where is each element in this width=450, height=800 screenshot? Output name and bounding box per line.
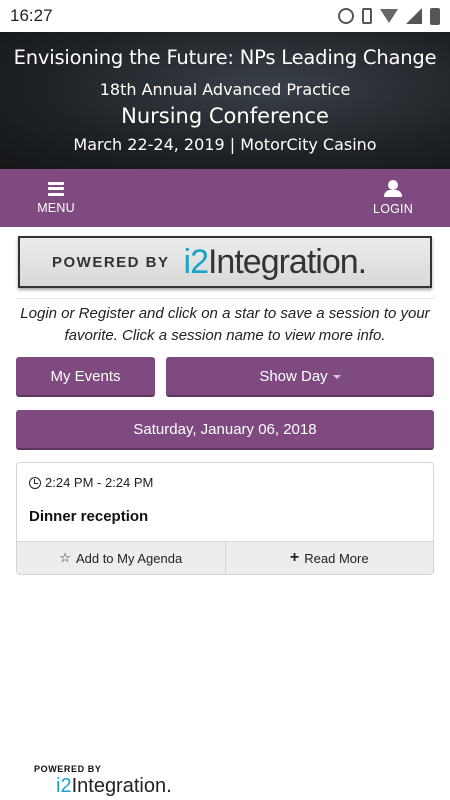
session-time: 2:24 PM - 2:24 PM [29, 475, 153, 490]
status-bar: 16:27 [0, 0, 450, 32]
wifi-icon [380, 9, 398, 23]
brand-prefix: i2 [183, 242, 209, 281]
my-events-button[interactable]: My Events [16, 357, 155, 397]
clock-icon [29, 476, 41, 489]
instructions-text: Login or Register and click on a star to… [20, 305, 430, 344]
session-card: 2:24 PM - 2:24 PM Dinner reception ☆ Add… [16, 462, 434, 575]
vibrate-icon [362, 8, 372, 24]
add-to-agenda-label: Add to My Agenda [75, 550, 183, 566]
menu-label: MENU [37, 200, 75, 215]
date-header-label: Saturday, January 06, 2018 [133, 420, 317, 438]
login-button[interactable]: LOGIN [348, 169, 438, 227]
banner-tagline: Envisioning the Future: NPs Leading Chan… [13, 46, 437, 69]
status-time: 16:27 [10, 6, 53, 25]
battery-icon [430, 7, 440, 25]
alarm-icon [338, 8, 354, 24]
show-day-dropdown[interactable]: Show Day [166, 357, 434, 397]
user-icon [384, 180, 402, 197]
footer-powered-by: POWERED BY [34, 764, 102, 774]
status-icons [338, 7, 440, 25]
powered-by-text: POWERED BY [52, 253, 170, 271]
menu-button[interactable]: MENU [11, 169, 101, 227]
login-label: LOGIN [373, 202, 413, 216]
conference-banner: Envisioning the Future: NPs Leading Chan… [0, 32, 450, 169]
my-events-label: My Events [50, 367, 121, 385]
footer-logo[interactable]: POWERED BY i2Integration. [34, 764, 172, 798]
show-day-label: Show Day [259, 367, 328, 385]
star-icon: ☆ [59, 550, 71, 565]
session-title[interactable]: Dinner reception [29, 508, 148, 525]
add-to-agenda-button[interactable]: ☆ Add to My Agenda [17, 542, 225, 574]
brand-suffix: Integration. [207, 242, 367, 281]
banner-title: Nursing Conference [121, 104, 329, 128]
footer-brand: i2Integration. [56, 775, 172, 798]
divider [16, 298, 434, 299]
caret-down-icon [332, 375, 341, 379]
plus-icon: + [289, 549, 300, 566]
date-header: Saturday, January 06, 2018 [16, 410, 434, 450]
hamburger-icon [48, 181, 64, 196]
banner-edition: 18th Annual Advanced Practice [99, 80, 351, 99]
read-more-button[interactable]: + Read More [224, 542, 434, 574]
footer-brand-prefix: i2 [56, 775, 72, 797]
session-actions: ☆ Add to My Agenda + Read More [17, 541, 433, 574]
nav-bar: MENU LOGIN [0, 169, 450, 227]
powered-by-logo-banner[interactable]: POWERED BY i2 Integration. [18, 236, 432, 288]
session-time-label: 2:24 PM - 2:24 PM [45, 475, 154, 490]
signal-icon [406, 8, 422, 24]
read-more-label: Read More [304, 550, 369, 566]
banner-date-venue: March 22-24, 2019 | MotorCity Casino [73, 135, 377, 154]
footer-brand-suffix: Integration. [71, 775, 172, 797]
